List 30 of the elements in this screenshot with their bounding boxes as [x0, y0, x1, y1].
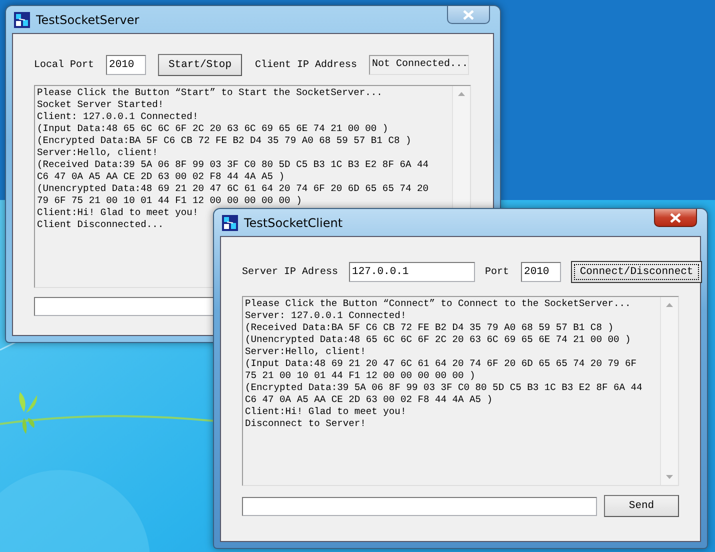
log-line: (Input Data:48 69 21 20 47 6C 61 64 20 74 6F 20 6D 65 65 74 20 79 6F	[245, 358, 636, 370]
log-line: Client:Hi! Glad to meet you!	[37, 207, 198, 219]
log-line: (Unencrypted Data:48 69 21 20 47 6C 61 64 20 74 6F 20 6D 65 65 74 20	[37, 183, 428, 195]
window-title: TestSocketServer	[36, 12, 140, 26]
log-line: 79 6F 75 21 00 10 01 44 F1 12 00 00 00 00 00 )	[37, 195, 302, 207]
log-line: (Received Data:BA 5F C6 CB 72 FE B2 D4 35 79 A0 68 59 57 B1 C8 )	[245, 322, 614, 334]
log-line: (Received Data:39 5A 06 8F 99 03 3F C0 80 5D C5 B3 1C B3 E2 8F 6A 44	[37, 159, 428, 171]
log-line: Server:Hello, client!	[245, 346, 366, 358]
log-line: C6 47 0A A5 AA CE 2D 63 00 02 F8 44 4A A5 )	[37, 171, 285, 183]
port-label: Port	[485, 266, 510, 278]
log-line: 75 21 00 10 01 44 F1 12 00 00 00 00 00 )	[245, 370, 476, 382]
log-line: Please Click the Button “Start” to Start the SocketServer...	[37, 87, 382, 99]
log-line: Server: 127.0.0.1 Connected!	[245, 310, 406, 322]
log-line: Client Disconnected...	[37, 219, 164, 231]
server-ip-label: Server IP Adress	[242, 266, 338, 278]
client-ip-field: Not Connected...	[369, 55, 470, 75]
log-line: C6 47 0A A5 AA CE 2D 63 00 02 F8 44 4A A5 )	[245, 394, 493, 406]
log-line: Socket Server Started!	[37, 99, 164, 111]
log-line: Client:Hi! Glad to meet you!	[245, 406, 406, 418]
log-line: (Input Data:48 65 6C 6C 6F 2C 20 63 6C 69 65 6E 74 21 00 00 )	[37, 123, 388, 135]
log-line: Disconnect to Server!	[245, 418, 366, 430]
log-line: Client: 127.0.0.1 Connected!	[37, 111, 198, 123]
window-title: TestSocketClient	[244, 216, 344, 230]
log-line: (Encrypted Data:39 5A 06 8F 99 03 3F C0 80 5D C5 B3 1C B3 E2 8F 6A 44	[245, 382, 642, 394]
log-line: Server:Hello, client!	[37, 147, 158, 159]
local-port-label: Local Port	[34, 60, 94, 70]
log-line: (Unencrypted Data:48 65 6C 6C 6F 2C 20 63 6C 69 65 6E 74 21 00 00 )	[245, 334, 631, 346]
log-line: (Encrypted Data:BA 5F C6 CB 72 FE B2 D4 35 79 A0 68 59 57 B1 C8 )	[37, 135, 412, 147]
log-line: Please Click the Button “Connect” to Connect to the SocketServer...	[245, 298, 631, 310]
client-ip-label: Client IP Address	[255, 60, 358, 70]
